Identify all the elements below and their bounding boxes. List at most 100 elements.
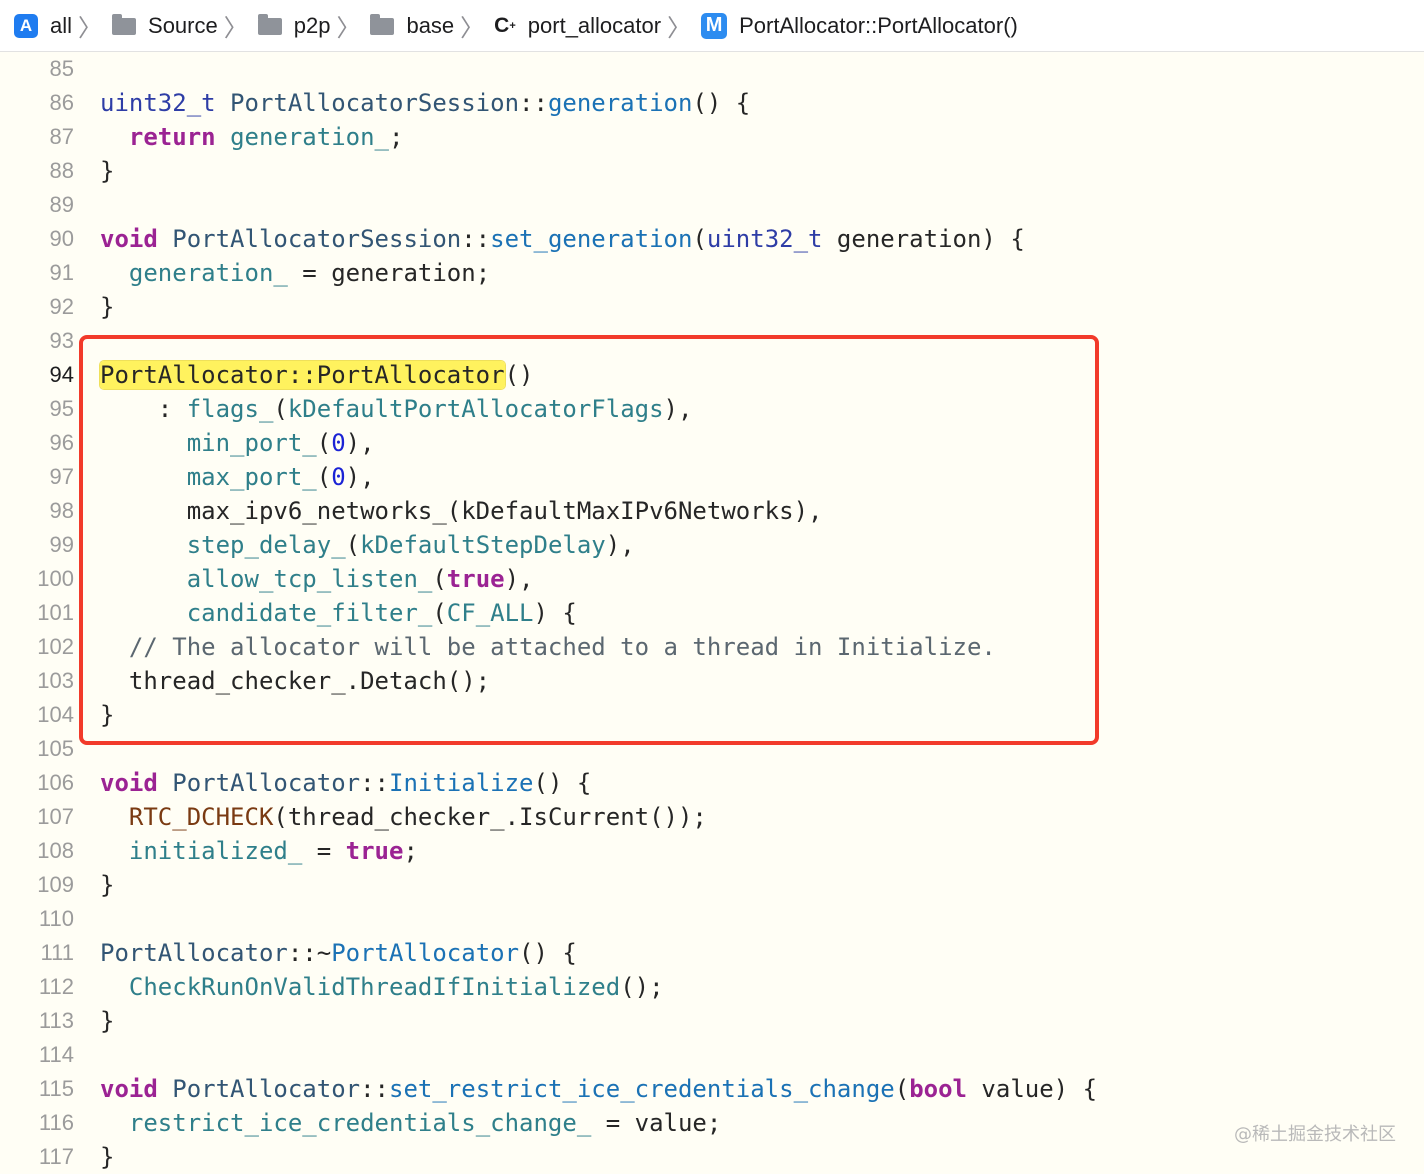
code-token: ::~ [287,939,332,967]
line-number: 87 [49,124,74,149]
breadcrumb-p2p[interactable]: p2p [257,13,330,39]
code-line[interactable]: 110 [0,902,1424,936]
code-token: :: [360,1075,389,1103]
code-line[interactable]: 91 generation_ = generation; [0,256,1424,290]
code-token: = [302,837,346,865]
breadcrumb-all[interactable]: A all [14,13,72,39]
code-line[interactable]: 87 return generation_; [0,120,1424,154]
breadcrumb-source[interactable]: Source [112,13,218,39]
code-token: () { [692,89,751,117]
code-text: } [100,1004,114,1038]
method-icon: M [701,12,728,39]
code-token: generation_ [230,123,390,151]
line-number: 108 [37,838,74,863]
watermark: @稀土掘金技术社区 [1234,1124,1396,1145]
code-text: void PortAllocator::set_restrict_ice_cre… [100,1072,1097,1106]
code-token: ( [692,225,707,253]
code-token: = value; [591,1109,722,1137]
code-token: bool [909,1075,967,1103]
code-text: uint32_t PortAllocatorSession::generatio… [100,86,750,120]
code-text: CheckRunOnValidThreadIfInitialized(); [100,970,664,1004]
code-token: () { [519,939,577,967]
line-number: 110 [38,906,74,931]
code-token: void [100,769,158,797]
code-line[interactable]: 114 [0,1038,1424,1072]
breadcrumb-base[interactable]: base [370,13,454,39]
breadcrumb-label: Source [148,12,218,38]
line-number: 103 [37,668,74,693]
code-line[interactable]: 113} [0,1004,1424,1038]
code-line[interactable]: 107 RTC_DCHECK(thread_checker_.IsCurrent… [0,800,1424,834]
folder-icon [257,14,282,35]
code-text: initialized_ = true; [100,834,418,868]
line-number: 101 [37,600,74,625]
breadcrumb-port-allocator[interactable]: C + port_allocator [494,13,661,39]
line-number: 116 [38,1110,74,1135]
code-token: } [100,1143,115,1171]
line-number: 97 [49,464,74,489]
code-line[interactable]: 116 restrict_ice_credentials_change_ = v… [0,1106,1424,1140]
code-line[interactable]: 115 void PortAllocator::set_restrict_ice_… [0,1072,1424,1106]
code-token: PortAllocatorSession [230,89,520,117]
chevron-right-icon: 〉 [667,15,692,42]
code-token: } [100,157,115,185]
code-line[interactable]: 85 [0,52,1424,86]
code-token: PortAllocator [331,939,520,967]
code-token: generation_ [128,259,288,287]
highlight-box [79,335,1099,745]
chevron-right-icon: 〉 [223,15,248,42]
code-text: } [100,154,114,188]
code-token: } [100,293,115,321]
code-token: set_restrict_ice_credentials_change [389,1075,895,1103]
code-text: generation_ = generation; [100,256,490,290]
line-number: 98 [49,498,74,523]
code-text: void PortAllocator::Initialize() { [100,766,591,800]
line-number: 109 [37,872,74,897]
code-token: uint32_t [706,225,823,253]
code-line[interactable]: 117} [0,1140,1424,1174]
code-line[interactable]: 106 void PortAllocator::Initialize() { [0,766,1424,800]
breadcrumb-method[interactable]: M PortAllocator::PortAllocator() [701,12,1018,39]
code-line[interactable]: 92} [0,290,1424,324]
line-number: 115 [38,1076,74,1101]
breadcrumb-label: port_allocator [527,12,662,38]
code-line[interactable]: 88} [0,154,1424,188]
code-token: } [100,1007,115,1035]
code-line[interactable]: 86 uint32_t PortAllocatorSession::generat… [0,86,1424,120]
code-line[interactable]: 90 void PortAllocatorSession::set_generat… [0,222,1424,256]
jump-bar: A all 〉 Source 〉 p2p 〉 base 〉 C + port_al… [0,0,1424,52]
folder-icon [370,14,395,35]
code-token: initialized_ [128,837,303,865]
breadcrumb-label: PortAllocator::PortAllocator() [739,12,1018,38]
chevron-right-icon: 〉 [460,15,485,42]
code-token: :: [360,769,389,797]
code-line[interactable]: 112 CheckRunOnValidThreadIfInitialized()… [0,970,1424,1004]
code-line[interactable]: 89 [0,188,1424,222]
line-number: 106 [37,770,74,795]
line-number: 96 [49,430,74,455]
code-token: (thread_checker_.IsCurrent()); [273,803,707,831]
xcode-project-icon: A [14,13,38,38]
code-token: PortAllocator [100,939,288,967]
code-token: void [100,225,158,253]
line-number: 104 [37,702,74,727]
code-token: CheckRunOnValidThreadIfInitialized [128,973,621,1001]
line-number: 88 [49,158,74,183]
code-text: RTC_DCHECK(thread_checker_.IsCurrent()); [100,800,707,834]
chevron-right-icon: 〉 [78,15,103,42]
code-line[interactable]: 109} [0,868,1424,902]
code-line[interactable]: 108 initialized_ = true; [0,834,1424,868]
code-line[interactable]: 111 PortAllocator::~PortAllocator() { [0,936,1424,970]
code-token: PortAllocator [172,1075,361,1103]
code-token: generation [547,89,693,117]
line-number: 94 [49,362,74,387]
line-number: 114 [38,1042,74,1067]
